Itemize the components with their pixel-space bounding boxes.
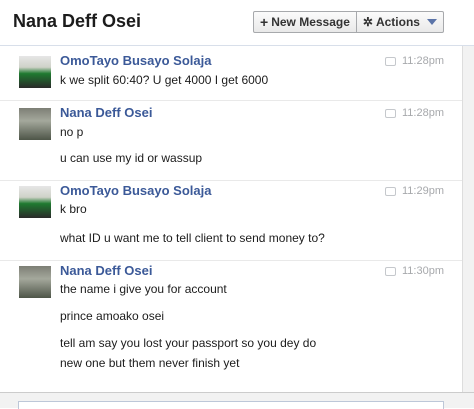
conversation-header: Nana Deff Osei + New Message ✲ Actions xyxy=(0,0,474,46)
message-text: u can use my id or wassup xyxy=(60,151,203,165)
chevron-down-icon xyxy=(426,19,437,25)
message-text: what ID u want me to tell client to send… xyxy=(60,231,325,245)
timestamp: 11:28pm xyxy=(402,55,444,67)
timestamp: 11:28pm xyxy=(402,107,444,119)
sender-name[interactable]: Nana Deff Osei xyxy=(60,263,152,278)
avatar[interactable] xyxy=(19,266,51,298)
message-text: prince amoako osei xyxy=(60,309,165,323)
message-time: 11:28pm xyxy=(385,55,444,67)
chat-bubble-icon xyxy=(385,108,396,118)
scrollbar[interactable] xyxy=(462,46,474,392)
timestamp: 11:30pm xyxy=(402,265,444,277)
new-message-label: New Message xyxy=(271,15,350,29)
sender-name[interactable]: OmoTayo Busayo Solaja xyxy=(60,183,211,198)
message-text: new one but them never finish yet xyxy=(60,356,240,370)
actions-button[interactable]: ✲ Actions xyxy=(355,12,443,32)
message-text: no p xyxy=(60,125,84,139)
message-time: 11:28pm xyxy=(385,107,444,119)
chat-bubble-icon xyxy=(385,186,396,196)
message-time: 11:29pm xyxy=(385,185,444,197)
timestamp: 11:29pm xyxy=(402,185,444,197)
sender-name[interactable]: OmoTayo Busayo Solaja xyxy=(60,53,211,68)
avatar[interactable] xyxy=(19,108,51,140)
message-text: the name i give you for account xyxy=(60,282,227,296)
header-button-group: + New Message ✲ Actions xyxy=(253,11,444,33)
sender-name[interactable]: Nana Deff Osei xyxy=(60,105,152,120)
message-item: OmoTayo Busayo Solaja 11:28pm k we split… xyxy=(0,46,462,101)
chat-bubble-icon xyxy=(385,56,396,66)
chat-bubble-icon xyxy=(385,266,396,276)
message-item: OmoTayo Busayo Solaja 11:29pm k bro what… xyxy=(0,181,462,261)
conversation-title: Nana Deff Osei xyxy=(13,11,142,31)
message-item: Nana Deff Osei 11:30pm the name i give y… xyxy=(0,261,462,392)
message-text: tell am say you lost your passport so yo… xyxy=(60,336,317,350)
avatar[interactable] xyxy=(19,186,51,218)
message-item: Nana Deff Osei 11:28pm no p u can use my… xyxy=(0,101,462,181)
reply-area xyxy=(0,392,474,409)
message-text: k we split 60:40? U get 4000 I get 6000 xyxy=(60,73,269,87)
plus-icon: + xyxy=(260,14,269,30)
message-thread[interactable]: OmoTayo Busayo Solaja 11:28pm k we split… xyxy=(0,46,462,392)
actions-label: Actions xyxy=(375,15,420,29)
new-message-button[interactable]: + New Message xyxy=(254,12,356,32)
message-text: k bro xyxy=(60,202,87,216)
gear-icon: ✲ xyxy=(362,15,373,29)
message-time: 11:30pm xyxy=(385,265,444,277)
avatar[interactable] xyxy=(19,56,51,88)
